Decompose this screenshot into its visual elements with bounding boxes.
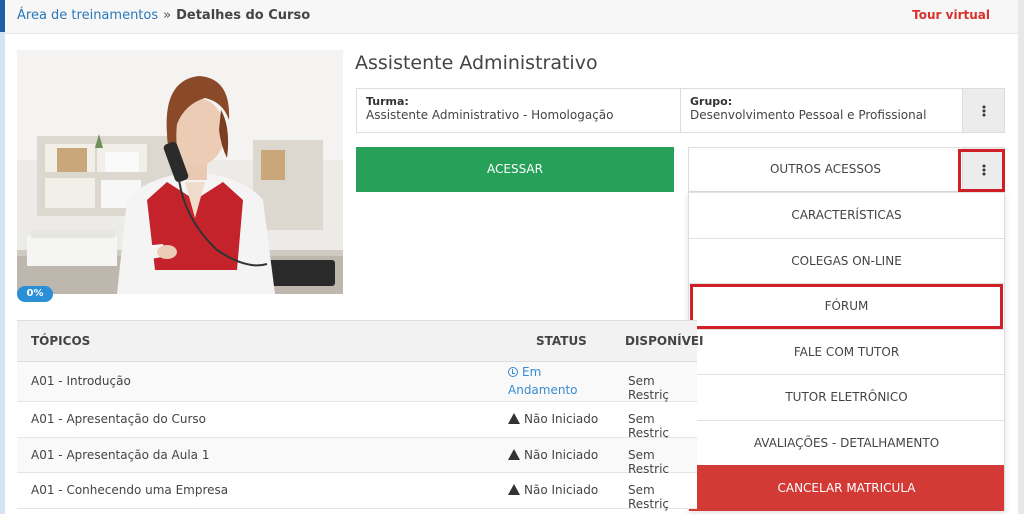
acessar-button[interactable]: ACESSAR [356,147,674,192]
kebab-menu-icon [982,105,985,116]
topic-name[interactable]: A01 - Introdução [31,374,131,388]
menu-item-tutor-eletronico[interactable]: TUTOR ELETRÔNICO [689,374,1004,420]
turma-cell: Turma: Assistente Administrativo - Homol… [357,89,681,132]
course-title: Assistente Administrativo [355,52,598,74]
grupo-value: Desenvolvimento Pessoal e Profissional [690,108,927,122]
table-row[interactable]: A01 - Apresentação do Curso Não Iniciado… [17,402,697,440]
table-row[interactable]: A01 - Conhecendo uma Empresa Não Iniciad… [17,473,697,511]
disp-cell: Sem Restriç [628,447,670,476]
status-cell: Não Iniciado [508,448,598,462]
header-topics: TÓPICOS [31,334,91,348]
status-cell: Não Iniciado [508,412,598,426]
table-row[interactable]: A01 - Apresentação da Aula 1 Não Iniciad… [17,437,697,476]
clock-icon [508,367,518,377]
warning-icon [508,448,520,460]
menu-item-fale-com-tutor[interactable]: FALE COM TUTOR [689,328,1004,375]
highlight-box [958,149,1005,192]
table-row[interactable]: A01 - Introdução Em Andamento Sem Restri… [17,362,697,402]
status-text: Andamento [508,383,578,397]
header-disponivel: DISPONÍVEI [625,334,704,348]
header-status: STATUS [536,334,587,348]
disp-cell: Sem Restriç [628,412,670,440]
grupo-label: Grupo: [690,95,733,108]
main-content: 0% Assistente Administrativo Turma: Assi… [5,34,1018,514]
course-info-box: Turma: Assistente Administrativo - Homol… [356,88,1005,133]
turma-label: Turma: [366,95,409,108]
menu-item-cancelar-matricula[interactable]: CANCELAR MATRICULA [689,465,1004,511]
outros-acessos-dropdown[interactable]: OUTROS ACESSOS [688,147,1005,192]
course-image [17,50,343,294]
status-text: Não Iniciado [524,412,599,426]
outros-acessos-label[interactable]: OUTROS ACESSOS [689,148,962,191]
status-cell: Em Andamento [508,363,578,399]
scroll-gutter [1018,0,1024,514]
warning-icon [508,484,520,495]
info-more-button[interactable] [962,89,1004,132]
menu-item-avaliacoes[interactable]: AVALIAÇÕES - DETALHAMENTO [689,419,1004,466]
status-text: Em [522,365,542,379]
topic-name[interactable]: A01 - Apresentação da Aula 1 [31,448,209,462]
breadcrumb: Área de treinamentos » Detalhes do Curso [17,8,310,23]
turma-value: Assistente Administrativo - Homologação [366,108,614,122]
disp-cell: Sem Restriç [628,483,670,511]
topic-name[interactable]: A01 - Apresentação do Curso [31,412,206,426]
breadcrumb-separator: » [163,8,172,23]
status-text: Não Iniciado [524,447,599,462]
top-bar: Área de treinamentos » Detalhes do Curso T… [5,0,1018,34]
breadcrumb-current: Detalhes do Curso [176,8,311,23]
tour-virtual-link[interactable]: Tour virtual [912,8,990,22]
menu-item-colegas-online[interactable]: COLEGAS ON-LINE [689,237,1004,284]
topics-table: TÓPICOS STATUS DISPONÍVEI A01 - Introduç… [17,320,704,511]
table-header: TÓPICOS STATUS DISPONÍVEI [17,321,704,362]
outros-acessos-menu: CARACTERÍSTICAS COLEGAS ON-LINE FÓRUM FA… [688,192,1005,511]
warning-icon [508,413,520,424]
breadcrumb-link-treinamentos[interactable]: Área de treinamentos [17,8,158,23]
progress-badge: 0% [17,286,53,302]
menu-item-forum[interactable]: FÓRUM [689,283,1004,329]
topic-name[interactable]: A01 - Conhecendo uma Empresa [31,483,228,497]
disp-cell: Sem Restriç [628,374,670,402]
menu-item-caracteristicas[interactable]: CARACTERÍSTICAS [689,192,1004,238]
status-text: Não Iniciado [524,483,599,497]
grupo-cell: Grupo: Desenvolvimento Pessoal e Profiss… [681,89,962,132]
status-cell: Não Iniciado [508,483,598,497]
